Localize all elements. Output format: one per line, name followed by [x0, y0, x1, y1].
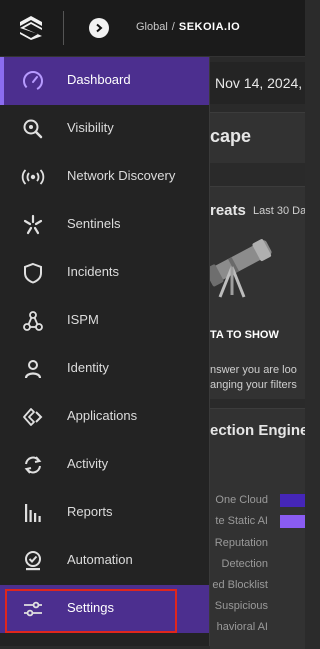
engine-label: Suspicious: [214, 600, 268, 612]
threats-card: reats Last 30 Da TA TO SHOW nswer you ar…: [210, 186, 305, 399]
active-indicator: [0, 57, 4, 105]
sidebar-item-settings[interactable]: Settings: [0, 585, 209, 633]
engine-label: te Static AI: [215, 515, 268, 527]
telescope-icon: [210, 229, 280, 299]
applications-icon: [21, 405, 45, 429]
threats-range[interactable]: Last 30 Da: [253, 205, 305, 217]
sidebar-item-label: Settings: [67, 600, 114, 615]
sidebar-item-applications[interactable]: Applications: [0, 393, 209, 441]
bar-chart-icon: [21, 501, 45, 525]
expand-sidebar-button[interactable]: [89, 18, 109, 38]
empty-state-hint-line1: nswer you are loo: [210, 364, 297, 376]
shield-icon: [21, 261, 45, 285]
sidebar-item-reports[interactable]: Reports: [0, 489, 209, 537]
sidebar-item-incidents[interactable]: Incidents: [0, 249, 209, 297]
graph-nodes-icon: [21, 309, 45, 333]
engine-label: havioral AI: [216, 621, 268, 633]
automation-icon: [21, 549, 45, 573]
sidebar-item-activity[interactable]: Activity: [0, 441, 209, 489]
header-divider: [63, 11, 64, 45]
refresh-icon: [21, 453, 45, 477]
sentinel-icon: [21, 213, 45, 237]
empty-state-message: TA TO SHOW: [210, 329, 279, 341]
sidebar-item-label: Sentinels: [67, 216, 121, 231]
user-icon: [21, 357, 45, 381]
sidebar-nav: Dashboard Visibility Network Discovery S…: [0, 57, 210, 646]
engine-label: Reputation: [214, 537, 268, 549]
detection-engines-card: ection Engine One Cloud te Static AI Rep…: [210, 408, 305, 649]
engine-label: Detection: [221, 558, 268, 570]
sidebar-item-label: Network Discovery: [67, 168, 176, 183]
sidebar-item-ispm[interactable]: ISPM: [0, 297, 209, 345]
engine-label: One Cloud: [215, 494, 268, 506]
breadcrumb-scope[interactable]: Global: [136, 21, 168, 33]
landscape-card: cape: [210, 112, 305, 163]
engine-bar[interactable]: [280, 515, 305, 528]
gauge-icon: [21, 69, 45, 93]
sidebar-item-dashboard[interactable]: Dashboard: [0, 57, 209, 105]
sidebar-item-label: ISPM: [67, 312, 99, 327]
sidebar-item-label: Incidents: [67, 264, 120, 279]
sidebar-item-identity[interactable]: Identity: [0, 345, 209, 393]
sidebar-item-label: Reports: [67, 504, 113, 519]
sekoia-logo-icon[interactable]: [19, 15, 43, 41]
sidebar-item-network-discovery[interactable]: Network Discovery: [0, 153, 209, 201]
sidebar-item-label: Activity: [67, 456, 109, 471]
sidebar-item-visibility[interactable]: Visibility: [0, 105, 209, 153]
engine-label: ed Blocklist: [212, 579, 268, 591]
sidebar-item-label: Applications: [67, 408, 138, 423]
sidebar-item-sentinels[interactable]: Sentinels: [0, 201, 209, 249]
chevron-right-icon: [94, 23, 104, 33]
engine-bar[interactable]: [280, 494, 305, 507]
empty-state-hint-line2: anging your filters: [210, 379, 297, 391]
breadcrumb: Global / SEKOIA.IO: [136, 21, 240, 33]
sidebar-item-label: Identity: [67, 360, 109, 375]
threats-title: reats: [210, 202, 246, 219]
sidebar-item-automation[interactable]: Automation: [0, 537, 209, 585]
magnifier-icon: [21, 117, 45, 141]
breadcrumb-tenant[interactable]: SEKOIA.IO: [179, 21, 240, 33]
top-bar: Global / SEKOIA.IO: [0, 0, 305, 57]
date-range-picker[interactable]: Nov 14, 2024, 4: [210, 62, 305, 104]
landscape-title: cape: [210, 126, 252, 146]
breadcrumb-separator: /: [171, 21, 175, 33]
sidebar-item-label: Dashboard: [67, 72, 131, 87]
broadcast-icon: [21, 165, 45, 189]
detection-engines-title: ection Engine: [210, 422, 305, 439]
sidebar-item-label: Visibility: [67, 120, 114, 135]
sidebar-item-label: Automation: [67, 552, 133, 567]
sliders-icon: [21, 597, 45, 621]
